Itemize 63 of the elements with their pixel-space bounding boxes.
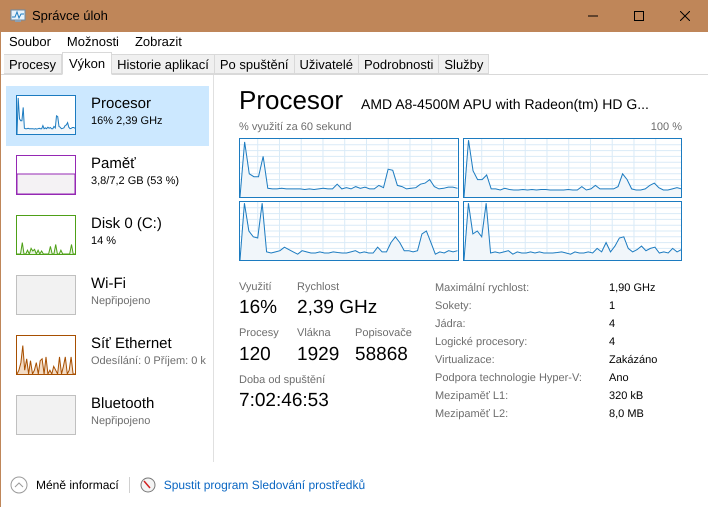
detail-label: Sokety: — [435, 298, 473, 314]
detail-value: 1,90 GHz — [609, 280, 656, 296]
graph-max-label: 100 % — [650, 120, 682, 135]
stat-value: 1929 — [297, 342, 340, 366]
detail-value: Ano — [609, 370, 629, 386]
resource-detail: Nepřipojeno — [91, 294, 150, 309]
stat-value: 120 — [239, 342, 272, 366]
detail-label: Jádra: — [435, 316, 467, 332]
tab[interactable]: Podrobnosti — [359, 54, 440, 74]
detail-value: 8,0 MB — [609, 406, 644, 422]
menu-item[interactable]: Možnosti — [66, 32, 119, 52]
menu-item[interactable]: Zobrazit — [134, 32, 182, 52]
resource-name: Wi-Fi — [91, 275, 127, 293]
detail-label: Mezipaměť L1: — [435, 388, 510, 404]
resource-name: Bluetooth — [91, 395, 154, 413]
stat-value: 58868 — [355, 342, 409, 366]
detail-label: Mezipaměť L2: — [435, 406, 510, 422]
detail-value: 1 — [609, 298, 616, 314]
tab[interactable]: Služby — [439, 54, 490, 74]
stat-value: 7:02:46:53 — [239, 389, 329, 413]
detail-label: Virtualizace: — [435, 352, 496, 368]
maximize-icon — [634, 11, 644, 21]
close-icon — [680, 11, 690, 21]
resource-detail: Nepřipojeno — [91, 414, 152, 429]
detail-value: 4 — [609, 334, 616, 350]
app-icon — [10, 9, 26, 23]
stat-label: Využití — [239, 280, 273, 294]
detail-value: 320 kB — [609, 388, 644, 404]
stat-label: Doba od spuštění — [239, 372, 326, 388]
detail-value: Zakázáno — [609, 352, 658, 368]
detail-label: Logické procesory: — [435, 334, 528, 350]
graph-caption: % využití za 60 sekund — [239, 120, 352, 135]
stat-label: Rychlost — [297, 280, 340, 294]
panel-title: Procesor — [239, 84, 344, 117]
tab[interactable]: Historie aplikací — [112, 54, 215, 74]
detail-label: Maximální rychlost: — [435, 280, 530, 296]
chevron-up-icon — [10, 476, 28, 494]
stat-label: Popisovače — [355, 326, 412, 341]
resource-name: Paměť — [91, 155, 137, 173]
cpu-model: AMD A8-4500M APU with Radeon(tm) HD G... — [361, 95, 649, 114]
resource-detail: 16% 2,39 GHz — [91, 114, 163, 129]
resource-name: Síť Ethernet — [91, 335, 173, 353]
detail-label: Podpora technologie Hyper-V: — [435, 370, 583, 386]
sidebar-item[interactable]: Procesor 16% 2,39 GHz — [6, 86, 209, 146]
stat-value: 2,39 GHz — [297, 296, 378, 320]
tab[interactable]: Po spuštění — [214, 54, 295, 74]
stat-value: 16% — [239, 296, 278, 320]
window-title: Správce úloh — [32, 7, 108, 26]
tab[interactable]: Výkon — [62, 52, 112, 75]
tab[interactable]: Procesy — [4, 54, 62, 74]
gauge-icon — [140, 476, 156, 492]
resource-detail: 14 % — [91, 234, 118, 249]
tab[interactable]: Uživatelé — [294, 54, 359, 74]
resource-monitor-link[interactable]: Spustit program Sledování prostředků — [164, 476, 366, 494]
resource-detail: 3,8/7,2 GB (53 %) — [91, 174, 180, 189]
resource-detail: Odesílání: 0 Příjem: 0 k — [91, 354, 206, 369]
less-info-button[interactable]: Méně informací — [10, 476, 119, 494]
detail-value: 4 — [609, 316, 616, 332]
stat-label: Vlákna — [297, 326, 332, 341]
resource-name: Disk 0 (C:) — [91, 215, 162, 233]
resource-name: Procesor — [91, 95, 152, 113]
menu-item[interactable]: Soubor — [9, 32, 51, 52]
stat-label: Procesy — [239, 326, 280, 341]
